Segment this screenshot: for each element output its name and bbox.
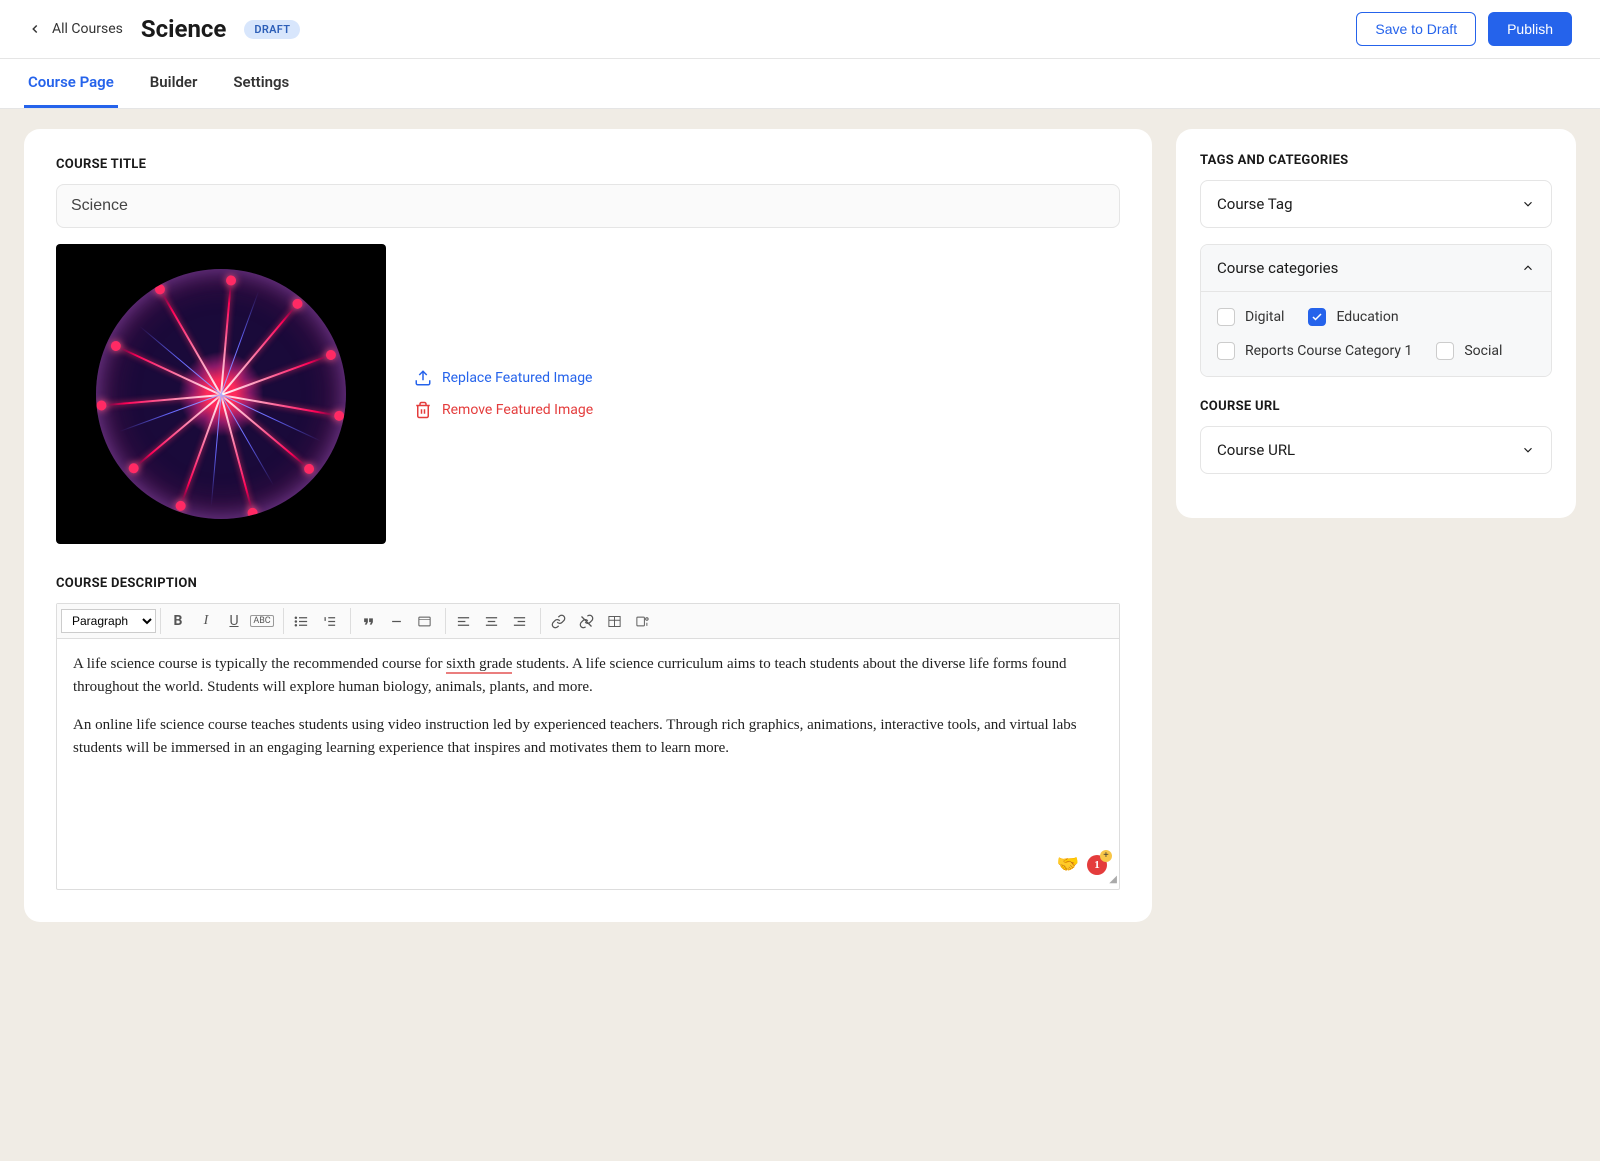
course-categories-body: Digital Education Reports Course Categor… (1201, 292, 1551, 376)
course-desc-label: COURSE DESCRIPTION (56, 576, 1120, 591)
spellcheck-underline: sixth grade (446, 656, 512, 674)
tab-settings[interactable]: Settings (229, 59, 293, 108)
category-social[interactable]: Social (1436, 342, 1502, 360)
featured-image-row: Replace Featured Image Remove Featured I… (56, 244, 1120, 544)
unlink-button[interactable] (573, 608, 599, 634)
checkbox-unchecked (1217, 342, 1235, 360)
code-block-button[interactable] (411, 608, 437, 634)
bullet-list-button[interactable] (288, 608, 314, 634)
course-url-toggle[interactable]: Course URL (1201, 427, 1551, 473)
editor-toolbar: Paragraph B I U ABC (57, 604, 1119, 639)
topbar-right: Save to Draft Publish (1356, 12, 1572, 46)
side-panel: TAGS AND CATEGORIES Course Tag Course ca… (1176, 129, 1576, 518)
bold-button[interactable]: B (165, 608, 191, 634)
editor-body[interactable]: A life science course is typically the r… (57, 639, 1119, 889)
blockquote-button[interactable] (355, 608, 381, 634)
course-tag-accordion: Course Tag (1200, 180, 1552, 228)
category-label: Digital (1245, 309, 1284, 325)
course-categories-label: Course categories (1217, 259, 1338, 277)
chevron-down-icon (1521, 443, 1535, 457)
underline-button[interactable]: U (221, 608, 247, 634)
media-button[interactable] (629, 608, 655, 634)
table-button[interactable] (601, 608, 627, 634)
back-all-courses[interactable]: All Courses (28, 21, 123, 37)
tab-course-page[interactable]: Course Page (24, 59, 118, 108)
chevron-down-icon (1521, 197, 1535, 211)
block-format-select[interactable]: Paragraph (61, 609, 156, 633)
course-categories-accordion: Course categories Digital Education Repo… (1200, 244, 1552, 377)
topbar-left: All Courses Science DRAFT (28, 15, 300, 43)
align-left-button[interactable] (450, 608, 476, 634)
desc-paragraph-2: An online life science course teaches st… (73, 714, 1103, 761)
featured-image-actions: Replace Featured Image Remove Featured I… (414, 369, 593, 419)
replace-image-label: Replace Featured Image (442, 370, 592, 386)
category-digital[interactable]: Digital (1217, 308, 1284, 326)
category-reports[interactable]: Reports Course Category 1 (1217, 342, 1412, 360)
remove-image-label: Remove Featured Image (442, 402, 593, 418)
topbar: All Courses Science DRAFT Save to Draft … (0, 0, 1600, 59)
notification-badge[interactable]: 1 (1087, 855, 1107, 875)
category-label: Social (1464, 343, 1502, 359)
course-title-input[interactable] (56, 184, 1120, 228)
course-url-text: Course URL (1217, 441, 1295, 459)
rich-text-editor: Paragraph B I U ABC (56, 603, 1120, 890)
tags-categories-label: TAGS AND CATEGORIES (1200, 153, 1552, 168)
course-url-accordion: Course URL (1200, 426, 1552, 474)
plasma-ball-image (96, 269, 346, 519)
upload-icon (414, 369, 432, 387)
resize-handle[interactable]: ◢ (1109, 872, 1117, 888)
course-title-label: COURSE TITLE (56, 157, 1120, 172)
category-label: Reports Course Category 1 (1245, 343, 1412, 359)
back-label: All Courses (52, 21, 123, 37)
page-title: Science (141, 15, 227, 43)
clap-icon[interactable]: 🤝 (1057, 851, 1079, 879)
checkbox-checked (1308, 308, 1326, 326)
main-panel: COURSE TITLE (24, 129, 1152, 922)
spellcheck-button[interactable]: ABC (249, 608, 275, 634)
content: COURSE TITLE (0, 109, 1600, 942)
editor-footer-icons: 🤝 1 (1057, 851, 1107, 879)
featured-image (56, 244, 386, 544)
desc-paragraph-1: A life science course is typically the r… (73, 653, 1103, 700)
remove-featured-image[interactable]: Remove Featured Image (414, 401, 593, 419)
course-tag-toggle[interactable]: Course Tag (1201, 181, 1551, 227)
chevron-left-icon (28, 22, 42, 36)
checkbox-unchecked (1436, 342, 1454, 360)
save-draft-button[interactable]: Save to Draft (1356, 12, 1476, 46)
checkbox-unchecked (1217, 308, 1235, 326)
publish-button[interactable]: Publish (1488, 12, 1572, 46)
trash-icon (414, 401, 432, 419)
chevron-up-icon (1521, 261, 1535, 275)
course-tag-label: Course Tag (1217, 195, 1293, 213)
italic-button[interactable]: I (193, 608, 219, 634)
course-categories-toggle[interactable]: Course categories (1201, 245, 1551, 292)
align-right-button[interactable] (506, 608, 532, 634)
category-education[interactable]: Education (1308, 308, 1398, 326)
course-url-label: COURSE URL (1200, 399, 1552, 414)
number-list-button[interactable] (316, 608, 342, 634)
tab-builder[interactable]: Builder (146, 59, 202, 108)
draft-badge: DRAFT (244, 20, 300, 39)
replace-featured-image[interactable]: Replace Featured Image (414, 369, 593, 387)
category-label: Education (1336, 309, 1398, 325)
align-center-button[interactable] (478, 608, 504, 634)
horizontal-rule-button[interactable] (383, 608, 409, 634)
tabs: Course Page Builder Settings (0, 59, 1600, 109)
link-button[interactable] (545, 608, 571, 634)
